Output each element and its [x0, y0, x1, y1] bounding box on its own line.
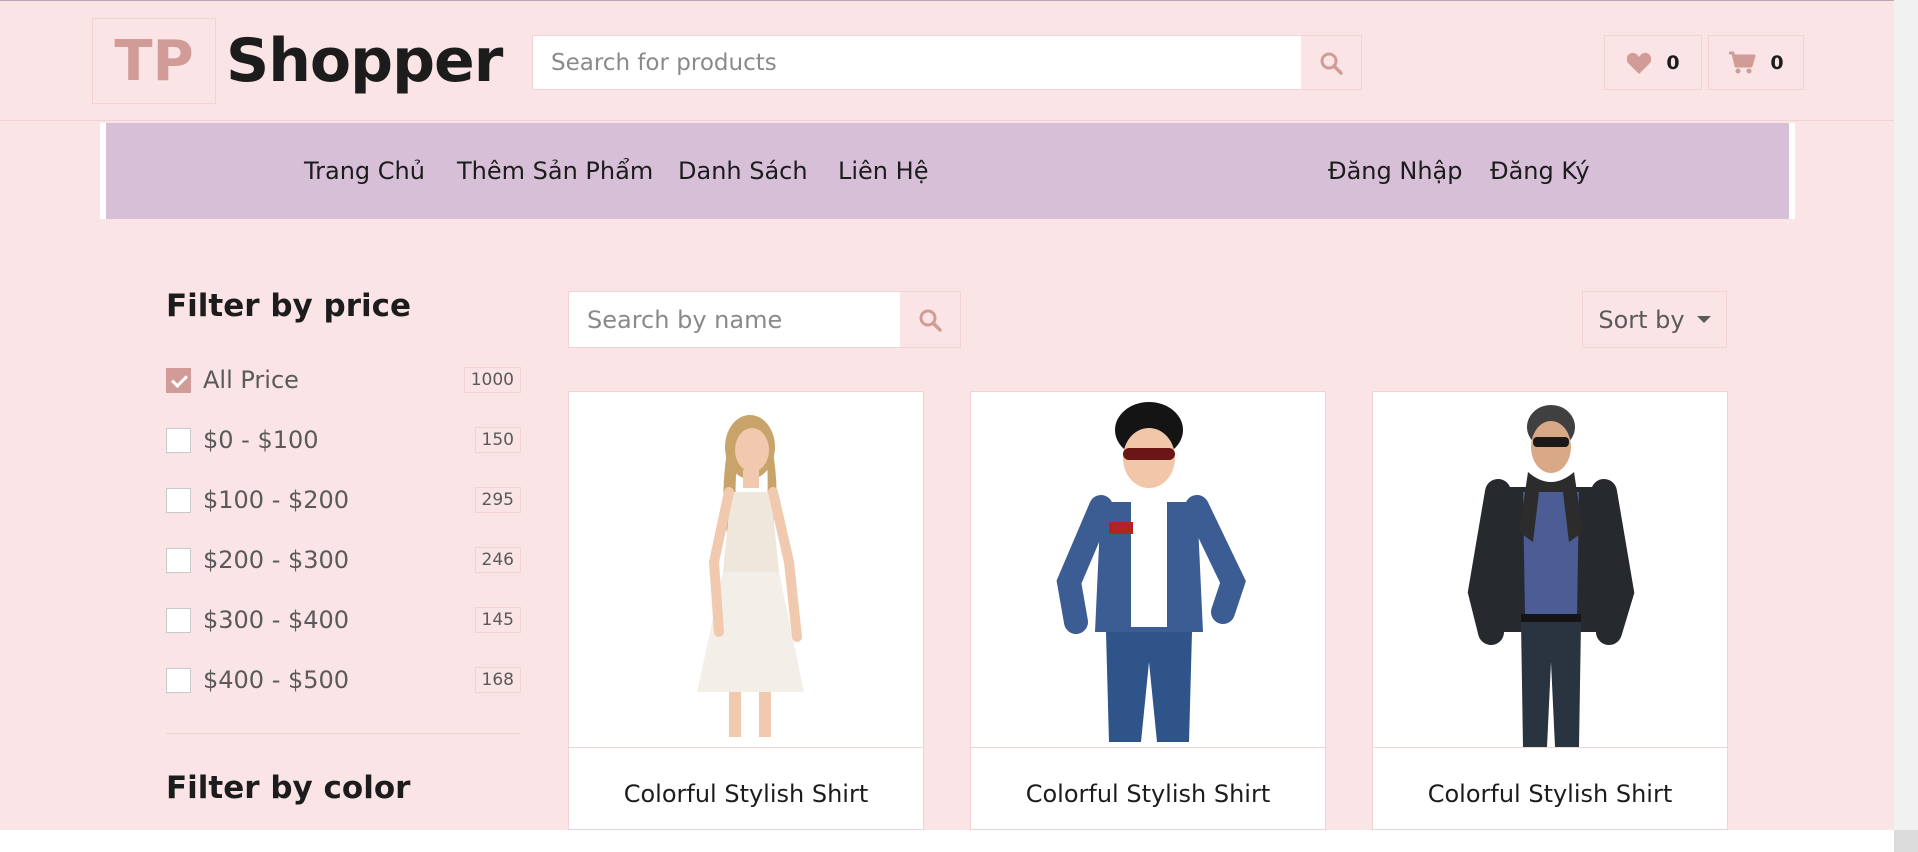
card-divider: [1373, 747, 1727, 748]
price-checkbox[interactable]: [166, 368, 191, 393]
logo-text: Shopper: [226, 26, 503, 96]
search-icon: [1320, 52, 1343, 75]
product-search: [532, 35, 1362, 90]
price-filter-title: Filter by price: [166, 288, 412, 324]
nav-link-home[interactable]: Trang Chủ: [304, 123, 425, 219]
price-option-300-400[interactable]: $300 - $400 145: [166, 605, 521, 635]
name-search-input[interactable]: [569, 292, 900, 347]
scrollbar-corner: [1894, 830, 1918, 852]
caret-down-icon: [1696, 316, 1711, 323]
price-option-400-500[interactable]: $400 - $500 168: [166, 665, 521, 695]
card-divider: [971, 747, 1325, 748]
price-checkbox[interactable]: [166, 488, 191, 513]
cart-icon: [1729, 51, 1756, 73]
product-title[interactable]: Colorful Stylish Shirt: [1373, 780, 1727, 808]
wishlist-button[interactable]: 0: [1604, 35, 1702, 90]
nav-link-register[interactable]: Đăng Ký: [1490, 123, 1590, 219]
price-option-label: $300 - $400: [203, 606, 350, 634]
product-title[interactable]: Colorful Stylish Shirt: [569, 780, 923, 808]
price-option-label: $200 - $300: [203, 546, 350, 574]
price-option-all[interactable]: All Price 1000: [166, 365, 521, 395]
product-image[interactable]: [569, 392, 923, 747]
product-image[interactable]: [971, 392, 1325, 747]
price-option-0-100[interactable]: $0 - $100 150: [166, 425, 521, 455]
heart-icon: [1627, 52, 1652, 74]
sort-dropdown[interactable]: Sort by: [1582, 291, 1727, 348]
card-divider: [569, 747, 923, 748]
product-image[interactable]: [1373, 392, 1727, 747]
price-option-count: 150: [474, 427, 521, 453]
vertical-scrollbar[interactable]: [1894, 0, 1918, 830]
page-viewport: TP Shopper 0 0 Trang Chủ Thêm Sản Phẩm D: [0, 0, 1894, 830]
main-navbar: Trang Chủ Thêm Sản Phẩm Danh Sách Liên H…: [100, 123, 1795, 219]
nav-link-add-product[interactable]: Thêm Sản Phẩm: [457, 123, 653, 219]
price-option-count: 246: [474, 547, 521, 573]
price-option-count: 295: [474, 487, 521, 513]
product-title[interactable]: Colorful Stylish Shirt: [971, 780, 1325, 808]
nav-link-product-list[interactable]: Danh Sách: [678, 123, 808, 219]
price-checkbox[interactable]: [166, 548, 191, 573]
price-option-count: 1000: [463, 367, 521, 393]
kid-denim-image: [1056, 402, 1246, 742]
cart-count: 0: [1770, 51, 1784, 74]
price-checkbox[interactable]: [166, 608, 191, 633]
header-divider: [0, 120, 1894, 121]
product-search-input[interactable]: [533, 36, 1301, 89]
dress-model-image: [697, 415, 804, 737]
sidebar-divider: [166, 733, 521, 734]
price-option-label: $100 - $200: [203, 486, 350, 514]
price-option-count: 145: [474, 607, 521, 633]
nav-link-login[interactable]: Đăng Nhập: [1328, 123, 1462, 219]
price-option-label: All Price: [203, 366, 299, 394]
price-option-label: $400 - $500: [203, 666, 350, 694]
product-card[interactable]: Colorful Stylish Shirt: [970, 391, 1326, 830]
price-option-200-300[interactable]: $200 - $300 246: [166, 545, 521, 575]
logo-mark: TP: [92, 18, 216, 104]
man-jacket-image: [1467, 405, 1635, 747]
sort-label: Sort by: [1598, 305, 1685, 334]
cart-button[interactable]: 0: [1708, 35, 1804, 90]
price-checkbox[interactable]: [166, 668, 191, 693]
price-option-100-200[interactable]: $100 - $200 295: [166, 485, 521, 515]
color-filter-title: Filter by color: [166, 770, 411, 806]
name-search-button[interactable]: [900, 292, 960, 347]
product-card[interactable]: Colorful Stylish Shirt: [568, 391, 924, 830]
name-search: [568, 291, 961, 348]
window-top-border: [0, 0, 1894, 1]
nav-link-contact[interactable]: Liên Hệ: [838, 123, 928, 219]
price-option-label: $0 - $100: [203, 426, 319, 454]
product-search-button[interactable]: [1301, 36, 1361, 89]
search-icon: [919, 309, 942, 332]
price-option-count: 168: [474, 667, 521, 693]
horizontal-scrollbar[interactable]: [0, 830, 1894, 852]
site-logo[interactable]: TP Shopper: [92, 18, 503, 104]
wishlist-count: 0: [1666, 51, 1680, 74]
price-checkbox[interactable]: [166, 428, 191, 453]
product-card[interactable]: Colorful Stylish Shirt: [1372, 391, 1728, 830]
